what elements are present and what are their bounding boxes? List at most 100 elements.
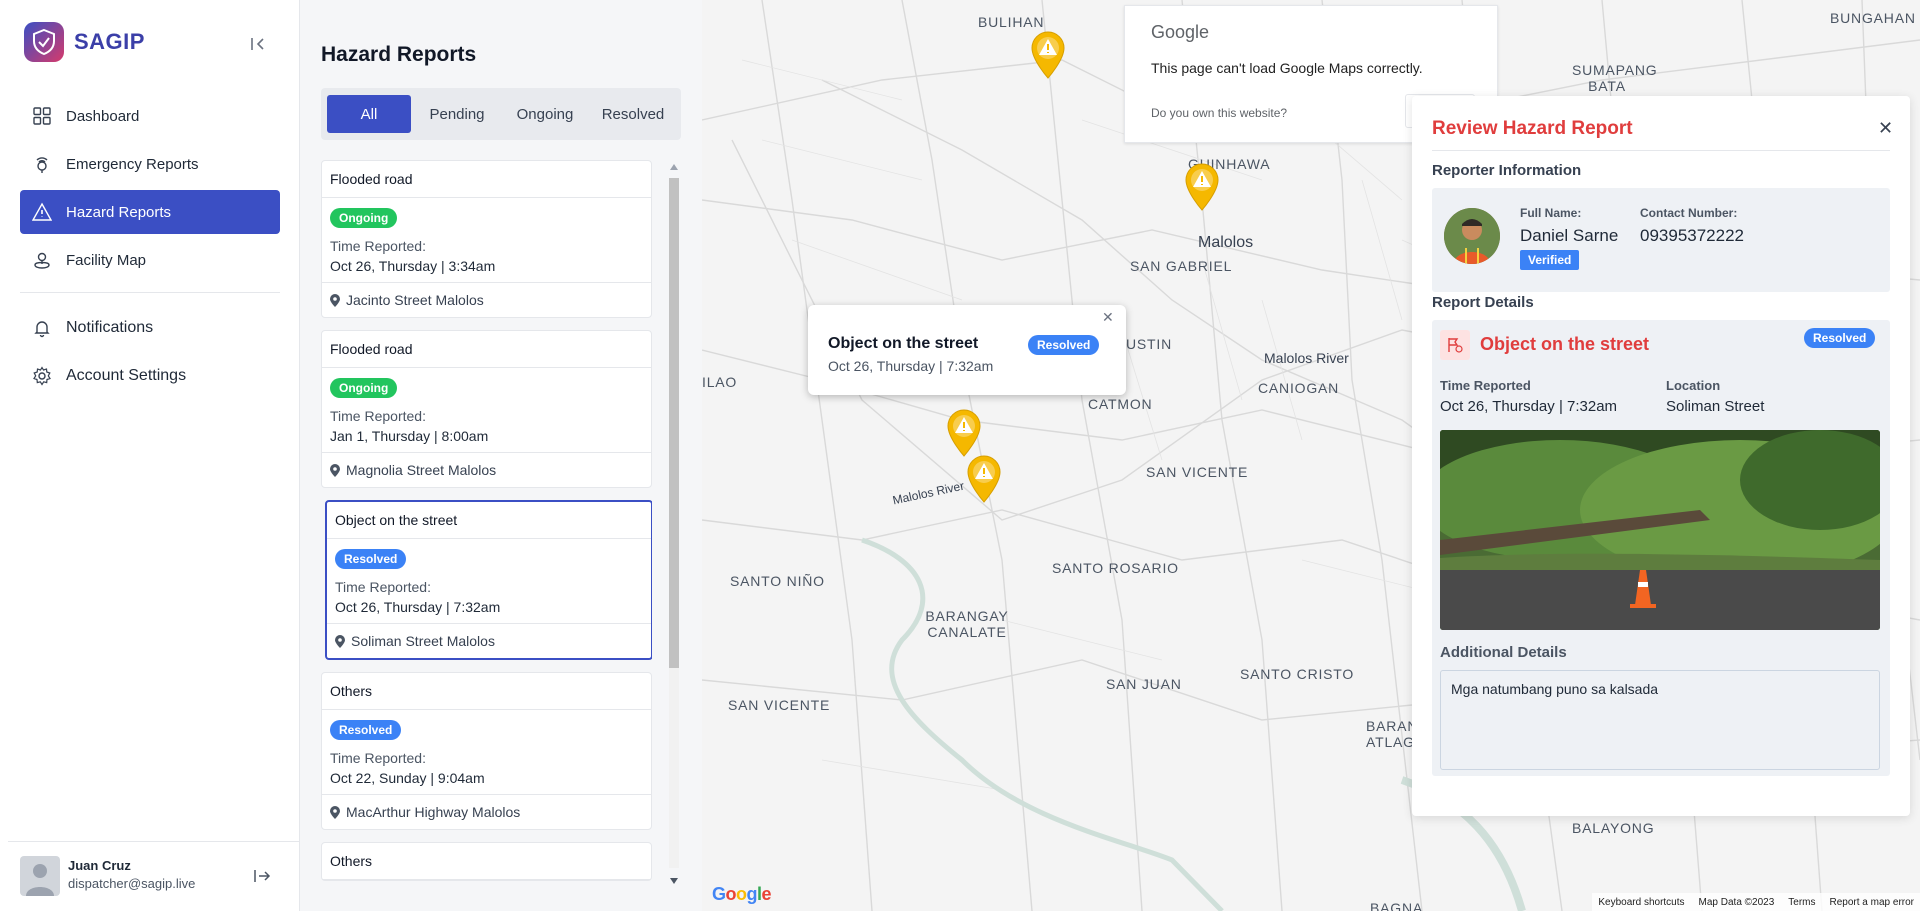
nav-label-notifications: Notifications [66, 319, 154, 336]
time-value: Jan 1, Thursday | 8:00am [330, 428, 489, 444]
nav-label-emergency-reports: Emergency Reports [66, 155, 199, 173]
contact-value: 09395372222 [1640, 226, 1745, 245]
scroll-up-icon[interactable] [670, 164, 678, 170]
map-label: SAN GABRIEL [1130, 258, 1233, 274]
map-label: SANTO CRISTO [1240, 666, 1355, 682]
status-badge: Resolved [1804, 328, 1876, 348]
full-name-label: Full Name: [1520, 206, 1582, 220]
time-label: Time Reported: [330, 750, 426, 766]
nav-divider [20, 292, 280, 293]
road-hazard-icon [1440, 330, 1470, 360]
location-text: Soliman Street Malolos [351, 633, 495, 649]
map-label: CANIOGAN [1258, 380, 1340, 396]
status-badge: Ongoing [330, 208, 398, 228]
report-card[interactable]: Flooded road Ongoing Time Reported: Jan … [321, 330, 652, 488]
map-label: ILAO [702, 374, 738, 390]
hazard-photo[interactable] [1440, 430, 1880, 630]
hazard-marker-icon[interactable] [1030, 30, 1066, 80]
app-root: SAGIP Dashboard Emergency Reports Hazard… [0, 0, 1920, 911]
map-label: BAGNA [1370, 900, 1424, 911]
nav-label-account-settings: Account Settings [66, 367, 187, 384]
brand[interactable]: SAGIP [24, 22, 145, 62]
facility-icon [34, 252, 50, 269]
nav-item-emergency-reports[interactable]: Emergency Reports [20, 142, 280, 186]
scroll-thumb[interactable] [669, 178, 679, 668]
review-hazard-report-panel: Review Hazard Report ✕ Reporter Informat… [1412, 96, 1910, 816]
nav-item-account-settings[interactable]: Account Settings [20, 354, 280, 398]
report-card-selected[interactable]: Object on the street Resolved Time Repor… [325, 500, 652, 660]
close-icon[interactable]: ✕ [1878, 118, 1893, 139]
logout-icon[interactable] [252, 866, 272, 886]
tab-resolved[interactable]: Resolved [591, 95, 675, 133]
location-label: Location [1666, 378, 1721, 393]
main-nav: Dashboard Emergency Reports Hazard Repor… [20, 94, 280, 286]
avatar[interactable] [20, 856, 60, 896]
location-text: Jacinto Street Malolos [346, 292, 484, 308]
reporter-photo [1444, 208, 1500, 264]
scroll-down-icon[interactable] [670, 878, 678, 884]
list-scrollbar[interactable] [666, 160, 682, 890]
report-title: Object on the street [1480, 334, 1650, 354]
nav-item-hazard-reports[interactable]: Hazard Reports [20, 190, 280, 234]
google-logo[interactable]: Google [712, 884, 772, 905]
nav-label-facility-map: Facility Map [66, 251, 147, 269]
additional-details-field[interactable]: Mga natumbang puno sa kalsada [1440, 670, 1880, 770]
map-label: Malolos River [1264, 350, 1349, 366]
report-card-title: Flooded road [322, 161, 651, 198]
emergency-icon [36, 157, 48, 173]
popup-time: Oct 26, Thursday | 7:32am [828, 358, 994, 374]
shield-logo-icon [24, 22, 64, 62]
hazard-icon [32, 202, 52, 221]
hazard-marker-icon[interactable] [966, 454, 1002, 504]
tab-ongoing[interactable]: Ongoing [503, 95, 587, 133]
nav-label-hazard-reports: Hazard Reports [66, 203, 172, 221]
close-icon[interactable]: ✕ [1102, 309, 1114, 326]
location-value: Soliman Street [1666, 398, 1765, 415]
report-card[interactable]: Others Resolved Time Reported: Oct 22, S… [321, 672, 652, 830]
hazard-reports-panel: Hazard Reports All Pending Ongoing Resol… [300, 0, 702, 911]
gear-icon [33, 366, 51, 386]
divider [1432, 150, 1890, 151]
map-label: SUMAPANG BATA [1572, 62, 1658, 94]
status-tabs: All Pending Ongoing Resolved [321, 88, 681, 140]
nav-item-facility-map[interactable]: Facility Map [20, 238, 280, 282]
location-pin-icon [335, 634, 345, 648]
time-value: Oct 26, Thursday | 3:34am [330, 258, 496, 274]
status-badge: Resolved [1028, 335, 1100, 355]
error-message: This page can't load Google Maps correct… [1151, 60, 1423, 76]
map-label: BULIHAN [978, 14, 1045, 30]
page-title: Hazard Reports [321, 43, 477, 66]
time-label: Time Reported: [330, 408, 426, 424]
review-title: Review Hazard Report [1432, 118, 1633, 139]
contact-label: Contact Number: [1640, 206, 1738, 220]
status-badge: Ongoing [330, 378, 398, 398]
nav-item-notifications[interactable]: Notifications [20, 306, 280, 350]
report-map-error-link[interactable]: Report a map error [1830, 897, 1914, 908]
collapse-sidebar-icon[interactable] [248, 34, 268, 54]
report-card[interactable]: Others [321, 842, 652, 881]
app-name: SAGIP [74, 29, 145, 54]
map-info-popup: ✕ Object on the street Resolved Oct 26, … [808, 305, 1126, 395]
map-label: SAN VICENTE [728, 697, 831, 713]
hazard-marker-icon[interactable] [946, 408, 982, 458]
keyboard-shortcuts-link[interactable]: Keyboard shortcuts [1598, 897, 1684, 908]
user-profile: Juan Cruz dispatcher@sagip.live [8, 841, 308, 911]
terms-link[interactable]: Terms [1788, 897, 1815, 908]
time-value: Oct 22, Sunday | 9:04am [330, 770, 485, 786]
additional-details-label: Additional Details [1440, 644, 1567, 661]
time-label: Time Reported: [335, 579, 431, 595]
location-pin-icon [330, 805, 340, 819]
secondary-nav: Notifications Account Settings [20, 306, 280, 402]
report-card[interactable]: Flooded road Ongoing Time Reported: Oct … [321, 160, 652, 318]
user-email: dispatcher@sagip.live [68, 876, 196, 891]
tab-pending[interactable]: Pending [415, 95, 499, 133]
nav-item-dashboard[interactable]: Dashboard [20, 94, 280, 138]
status-badge: Resolved [335, 549, 407, 569]
location-pin-icon [330, 293, 340, 307]
tab-all[interactable]: All [327, 95, 411, 133]
location-text: MacArthur Highway Malolos [346, 804, 521, 820]
hazard-marker-icon[interactable] [1184, 162, 1220, 212]
verified-badge: Verified [1520, 250, 1580, 270]
time-reported-label: Time Reported [1440, 378, 1531, 393]
bell-icon [34, 321, 50, 338]
